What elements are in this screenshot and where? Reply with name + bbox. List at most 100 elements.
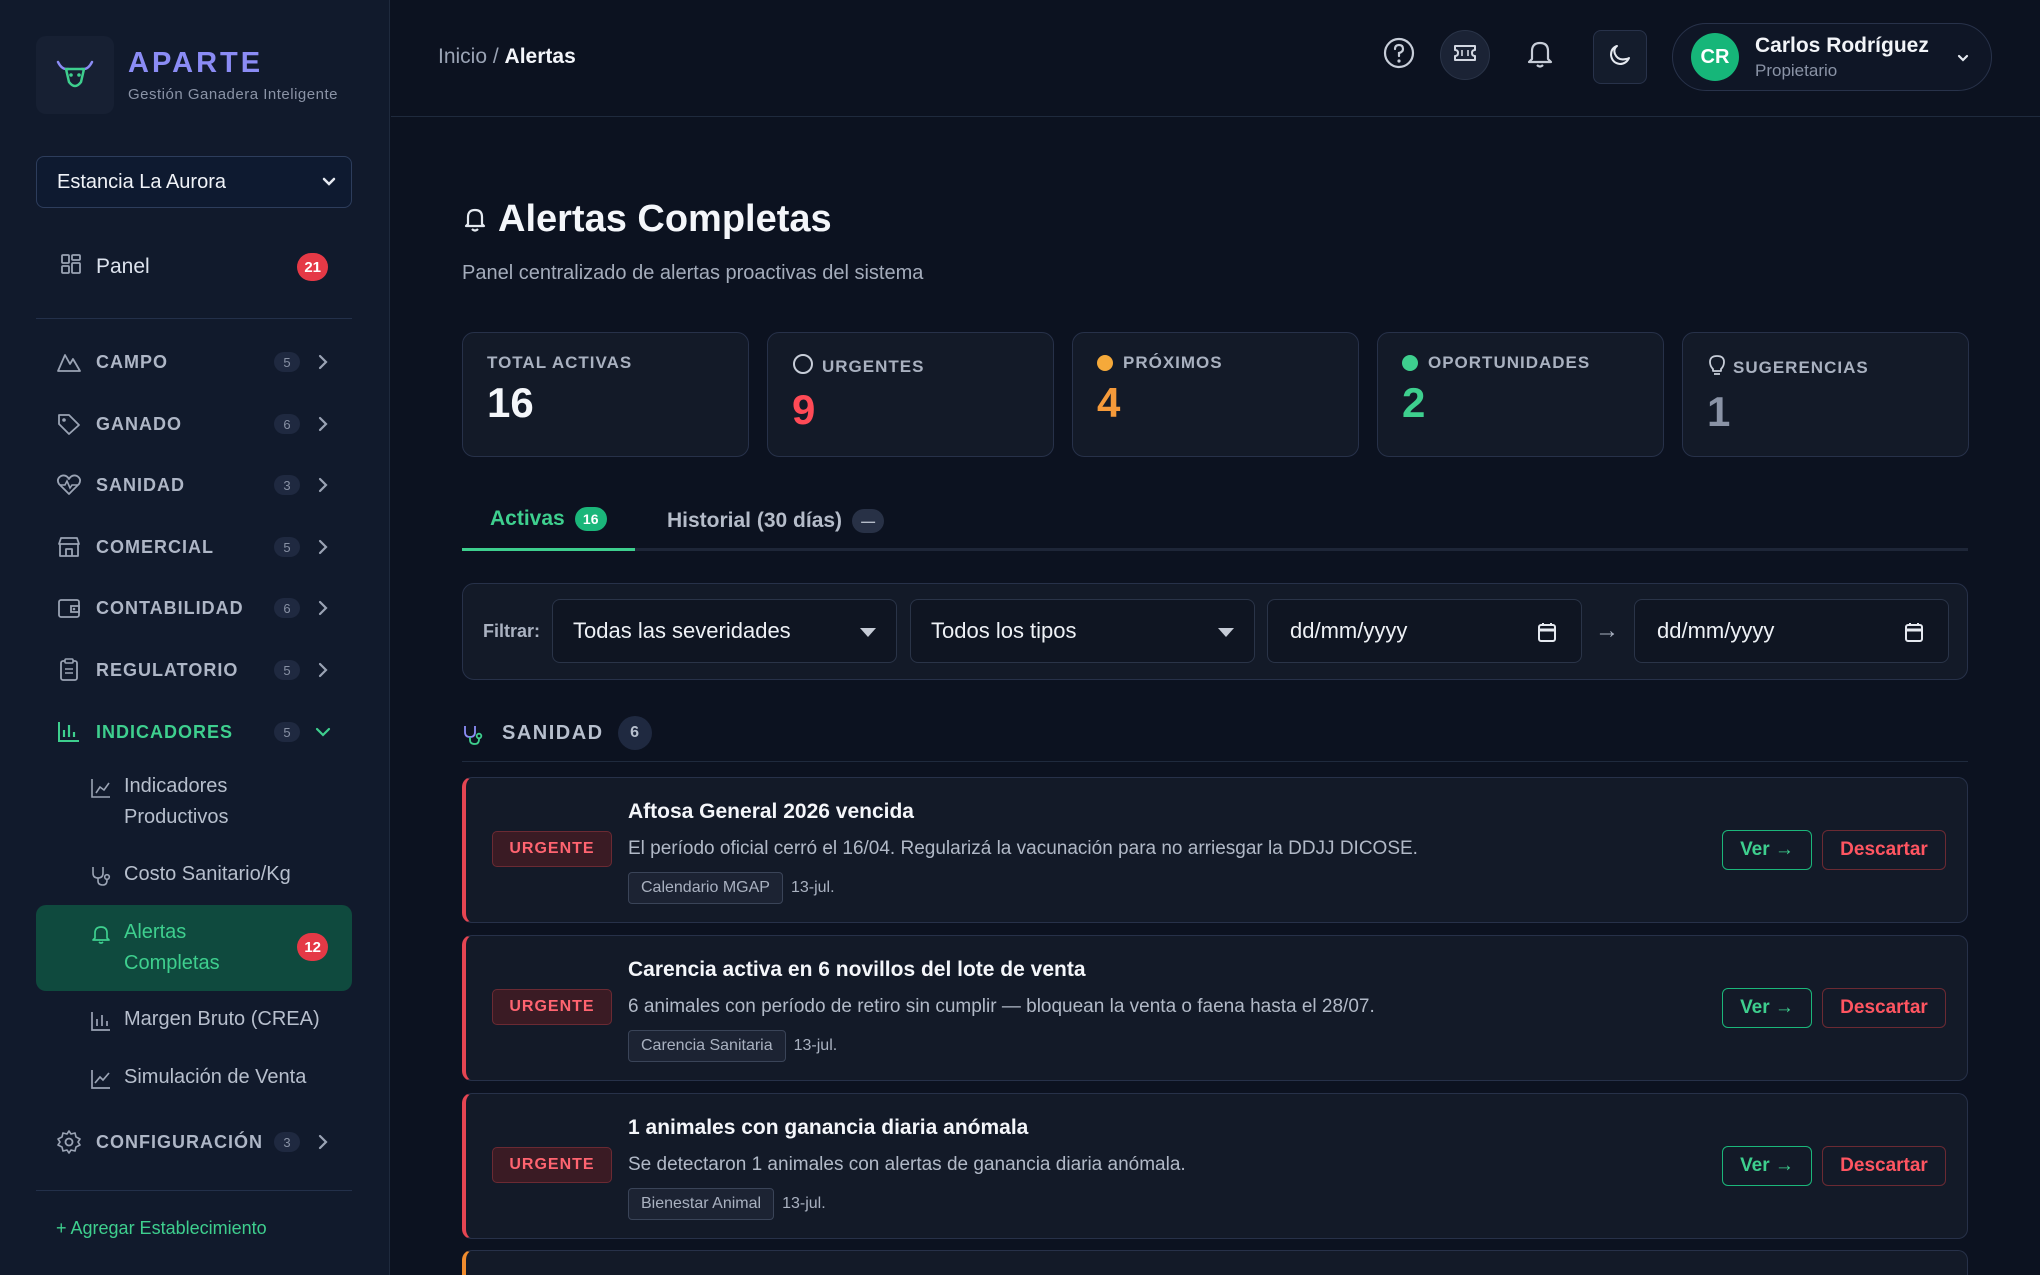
sidebar-item-label: Panel [96,255,150,278]
alert-description: 6 animales con período de retiro sin cum… [628,996,1375,1017]
sidebar-item-regulatorio[interactable]: REGULATORIO 5 [36,648,352,692]
clipboard-icon [56,658,84,682]
alert-group-header: SANIDAD 6 [462,716,1968,762]
section-count: 6 [274,598,300,618]
stat-card-total: TOTAL ACTIVAS 16 [462,332,749,457]
tab-activas[interactable]: Activas 16 [462,490,635,551]
alert-card: URGENTE Aftosa General 2026 vencida El p… [462,777,1968,923]
notifications-button[interactable] [1515,30,1565,80]
sidebar-item-contabilidad[interactable]: CONTABILIDAD 6 [36,586,352,630]
view-alert-button[interactable]: Ver → [1722,988,1812,1028]
alert-source-tag: Carencia Sanitaria [628,1030,786,1062]
dismiss-alert-button[interactable]: Descartar [1822,988,1946,1028]
alert-date: 13-jul. [790,879,835,896]
page-title-text: Alertas Completas [498,198,832,240]
stat-label: OPORTUNIDADES [1428,353,1591,372]
user-name: Carlos Rodríguez [1755,33,1929,57]
lightbulb-icon [1707,353,1727,382]
alert-card: URGENTE Carencia activa en 6 novillos de… [462,935,1968,1081]
date-from-placeholder: dd/mm/yyyy [1290,618,1408,643]
view-alert-button[interactable]: Ver → [1722,1146,1812,1186]
stat-card-sugerencias: SUGERENCIAS 1 [1682,332,1969,457]
filter-label: Filtrar: [483,621,541,641]
user-role: Propietario [1755,60,1838,80]
alert-date: 13-jul. [782,1195,826,1212]
sidebar-subitem-alertas-completas[interactable]: Alertas Completas 12 [36,905,352,991]
chevron-down-icon [319,171,339,197]
stat-label: PRÓXIMOS [1123,353,1223,372]
sidebar-subitem-margen-bruto[interactable]: Margen Bruto (CREA) [36,1004,352,1042]
dismiss-alert-button[interactable]: Descartar [1822,1146,1946,1186]
alert-description: Se detectaron 1 animales con alertas de … [628,1154,1186,1175]
moon-icon [1608,43,1632,72]
sidebar-divider [36,1190,352,1191]
chevron-right-icon [314,538,332,561]
stat-card-proximos: PRÓXIMOS 4 [1072,332,1359,457]
chevron-right-icon [314,599,332,622]
severity-badge: URGENTE [492,831,612,867]
stat-value: 2 [1402,379,1426,426]
chevron-right-icon [314,661,332,684]
sidebar-item-label: REGULATORIO [96,659,239,680]
sidebar-subitem-simulacion-venta[interactable]: Simulación de Venta [36,1062,352,1100]
tab-historial[interactable]: Historial (30 días) — [667,490,885,551]
establishment-select-value: Estancia La Aurora [57,170,226,193]
trend-line-icon [90,1062,118,1100]
group-count: 6 [617,716,652,750]
sidebar-item-indicadores[interactable]: INDICADORES 5 [36,710,352,754]
severity-select[interactable]: Todas las severidades [552,599,897,663]
section-count: 5 [274,722,300,742]
severity-badge: URGENTE [492,1147,612,1183]
ticket-button[interactable] [1440,30,1490,80]
alert-source-tag: Bienestar Animal [628,1188,775,1220]
alert-date: 13-jul. [793,1037,838,1054]
theme-toggle-button[interactable] [1593,30,1647,84]
alert-title: Carencia activa en 6 novillos del lote d… [628,958,1086,981]
brand[interactable]: APARTE Gestión Ganadera Inteligente [36,36,338,114]
bell-icon [462,200,488,243]
chevron-down-icon [314,723,332,746]
sidebar-item-campo[interactable]: CAMPO 5 [36,340,352,384]
calendar-icon[interactable] [1904,621,1924,649]
stat-label: TOTAL ACTIVAS [487,353,633,372]
stat-label: SUGERENCIAS [1733,357,1869,377]
sidebar-item-sanidad[interactable]: SANIDAD 3 [36,463,352,507]
stat-label: URGENTES [822,356,925,376]
sidebar-item-label: SANIDAD [96,474,186,495]
date-from-input[interactable]: dd/mm/yyyy [1267,599,1582,663]
stat-value: 1 [1707,388,1731,435]
chevron-right-icon [314,353,332,376]
stethoscope-icon [462,724,484,751]
tab-label: Historial (30 días) [667,508,843,532]
add-establishment-link[interactable]: + Agregar Establecimiento [56,1218,267,1239]
user-menu[interactable]: CR Carlos Rodríguez Propietario [1672,23,1992,91]
bell-icon [90,917,118,955]
sidebar-item-configuracion[interactable]: CONFIGURACIÓN 3 [36,1120,352,1164]
type-select[interactable]: Todos los tipos [910,599,1255,663]
panel-count-badge: 21 [297,253,328,281]
alerts-tabs: Activas 16 Historial (30 días) — [462,490,1968,551]
topbar: Inicio / Alertas CR Carlos Rodríguez Pro… [391,0,2040,117]
avatar: CR [1691,33,1739,81]
sidebar-item-label: CAMPO [96,351,168,372]
type-select-value: Todos los tipos [931,618,1077,643]
breadcrumb-current: Alertas [504,45,576,68]
dismiss-alert-button[interactable]: Descartar [1822,830,1946,870]
sidebar-item-label: CONFIGURACIÓN [96,1131,263,1152]
date-to-input[interactable]: dd/mm/yyyy [1634,599,1949,663]
breadcrumb-root[interactable]: Inicio / [438,45,499,68]
help-button[interactable] [1374,30,1424,80]
view-alert-button[interactable]: Ver → [1722,830,1812,870]
alert-title: 1 animales con ganancia diaria anómala [628,1116,1029,1139]
sidebar-subitem-costo-sanitario[interactable]: Costo Sanitario/Kg [36,859,352,897]
sidebar-subitem-label: Simulación de Venta [124,1066,307,1088]
sidebar-item-comercial[interactable]: COMERCIAL 5 [36,525,352,569]
establishment-select[interactable]: Estancia La Aurora [36,156,352,208]
alert-card-partial [462,1250,1968,1275]
alert-title: Aftosa General 2026 vencida [628,800,914,823]
calendar-icon[interactable] [1537,621,1557,649]
sidebar-item-panel[interactable]: Panel 21 [36,245,352,289]
chevron-right-icon [314,415,332,438]
sidebar-item-ganado[interactable]: GANADO 6 [36,402,352,446]
sidebar-subitem-indicadores-productivos[interactable]: Indicadores Productivos [36,771,352,833]
